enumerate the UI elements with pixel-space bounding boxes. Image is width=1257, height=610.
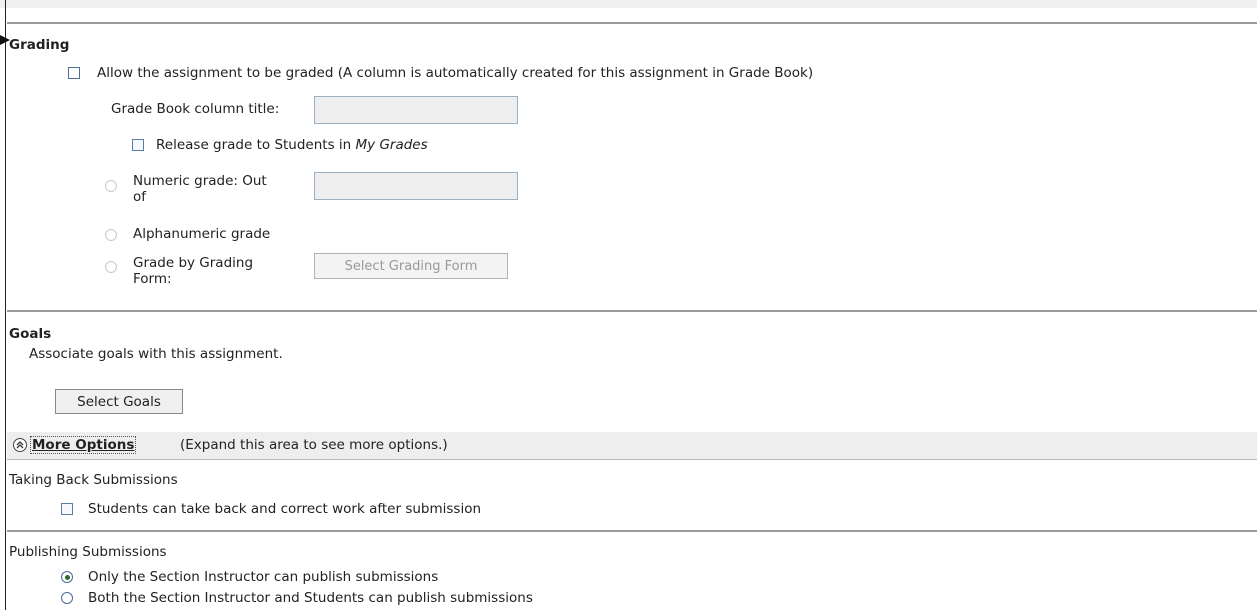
publish-both-label: Both the Section Instructor and Students… (88, 590, 533, 606)
alphanumeric-grade-radio[interactable] (105, 229, 117, 241)
select-goals-button[interactable]: Select Goals (55, 389, 183, 414)
publish-instructor-label: Only the Section Instructor can publish … (88, 569, 439, 585)
numeric-grade-radio[interactable] (105, 180, 117, 192)
numeric-grade-label: Numeric grade: Out of (133, 173, 267, 205)
numeric-grade-input[interactable] (314, 172, 518, 200)
goals-description: Associate goals with this assignment. (29, 346, 283, 362)
grading-form-label: Grade by Grading Form: (133, 255, 254, 287)
divider-top (7, 22, 1257, 24)
allow-graded-label: Allow the assignment to be graded (A col… (97, 65, 814, 81)
goals-heading: Goals (9, 326, 52, 342)
grading-form-radio[interactable] (105, 261, 117, 273)
release-grade-checkbox[interactable] (132, 139, 144, 151)
publishing-heading: Publishing Submissions (9, 544, 167, 560)
my-grades-text: My Grades (355, 137, 428, 153)
column-title-label: Grade Book column title: (111, 101, 280, 117)
top-band (0, 0, 1257, 8)
taking-back-heading: Taking Back Submissions (9, 472, 178, 488)
more-options-link[interactable]: More Options (29, 436, 137, 454)
alphanumeric-grade-label: Alphanumeric grade (133, 226, 271, 242)
divider-publishing (7, 530, 1257, 532)
column-title-input[interactable] (314, 96, 518, 124)
collapse-chevron-icon[interactable] (13, 438, 27, 452)
take-back-checkbox[interactable] (61, 503, 73, 515)
publish-both-radio[interactable] (61, 592, 73, 604)
select-grading-form-button[interactable]: Select Grading Form (314, 253, 508, 279)
more-options-note: (Expand this area to see more options.) (180, 437, 448, 453)
release-grade-label: Release grade to Students in My Grades (156, 137, 428, 153)
grading-heading: Grading (9, 37, 70, 53)
more-options-band[interactable]: More Options (Expand this area to see mo… (7, 432, 1257, 460)
left-guide-line (5, 0, 6, 610)
publish-instructor-radio[interactable] (61, 571, 73, 583)
divider-goals (7, 310, 1257, 312)
allow-graded-checkbox[interactable] (68, 67, 80, 79)
take-back-label: Students can take back and correct work … (88, 501, 482, 517)
